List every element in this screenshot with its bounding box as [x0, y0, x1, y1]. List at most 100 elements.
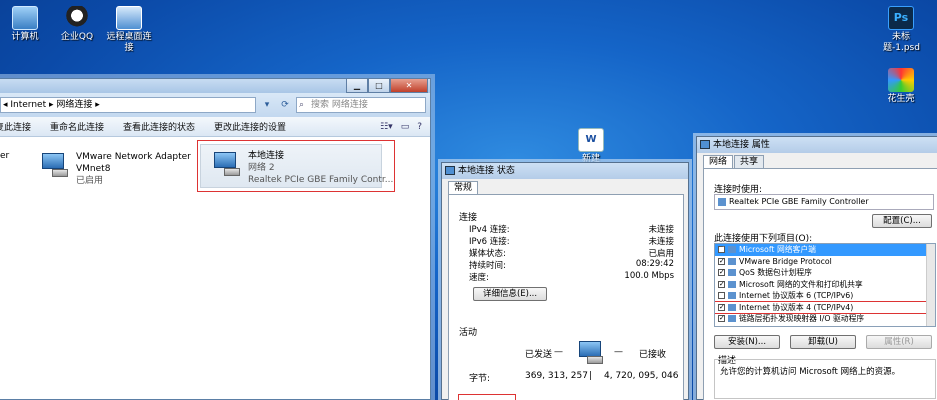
address-field[interactable]: ◂ Internet ▸ 网络连接 ▸ [0, 97, 256, 113]
network-icon [445, 166, 455, 175]
description-text: 允许您的计算机访问 Microsoft 网络上的资源。 [720, 367, 901, 377]
address-bar: ◂ Internet ▸ 网络连接 ▸ ▾ ⟳ ⌕ 搜索 网络连接 [0, 93, 430, 117]
cmd-view-status[interactable]: 查看此连接的状态 [123, 120, 195, 133]
install-button[interactable]: 安装(N)... [714, 335, 780, 349]
dropdown-arrow-icon[interactable]: ▾ [260, 97, 274, 113]
activity-group-title: 活动 [459, 328, 478, 338]
highlight-box [197, 140, 395, 192]
dialog-titlebar[interactable]: 本地连接 状态 [442, 163, 688, 179]
status-key: 持续时间: [469, 261, 506, 271]
search-placeholder: 搜索 网络连接 [311, 100, 368, 110]
peanut-shell-icon [888, 68, 914, 92]
computer-icon [12, 6, 38, 30]
status-key: 媒体状态: [469, 249, 506, 259]
desktop-icon-remote[interactable]: 远程桌面连接 [98, 6, 160, 54]
checkbox[interactable]: ✓ [718, 246, 725, 254]
checkbox[interactable]: ✓ [718, 269, 725, 277]
close-button[interactable]: ✕ [390, 79, 428, 93]
desktop-icon-label: 花生壳 [887, 94, 915, 104]
status-key: IPv6 连接: [469, 237, 510, 247]
preview-pane-icon[interactable]: ▭ [401, 122, 410, 132]
list-item[interactable]: ✓ VMware Bridge Protocol [715, 256, 935, 268]
network-icon [700, 140, 710, 149]
checkbox[interactable]: ✓ [718, 257, 725, 265]
maximize-button[interactable]: □ [368, 79, 390, 93]
remote-desktop-icon [116, 6, 142, 30]
component-icon [728, 303, 736, 311]
connection-properties-dialog: 本地连接 属性 网络 共享 连接时使用: Realtek PCIe GBE Fa… [696, 136, 937, 400]
component-icon [728, 315, 736, 323]
tab-panel: 连接时使用: Realtek PCIe GBE Family Controlle… [703, 168, 937, 400]
component-icon [728, 246, 736, 254]
adapter-name: VMware Network Adapter [76, 152, 191, 162]
list-item[interactable]: ✓ Microsoft 网络客户端 [715, 244, 935, 256]
status-value: 已启用 [648, 249, 674, 259]
network-adapter-icon [40, 151, 70, 179]
component-label: VMware Bridge Protocol [739, 256, 832, 266]
network-connections-window: ▁ □ ✕ ◂ Internet ▸ 网络连接 ▸ ▾ ⟳ ⌕ 搜索 网络连接 … [0, 78, 431, 400]
search-icon: ⌕ [299, 100, 305, 110]
refresh-icon[interactable]: ⟳ [278, 97, 292, 113]
tab-panel: 连接 IPv4 连接: 未连接 IPv6 连接: 未连接 媒体状态: 已启用 持续时间… [448, 194, 684, 400]
adapter-vmnet8[interactable]: VMware Network Adapter VMnet8 已启用 [40, 151, 191, 187]
tab-sharing[interactable]: 共享 [734, 155, 765, 168]
dialog-title: 本地连接 属性 [713, 140, 770, 150]
psd-file-icon: Ps [888, 6, 914, 30]
received-label: 已接收 [639, 350, 667, 360]
checkbox[interactable]: ✓ [718, 315, 725, 323]
status-key: 速度: [469, 273, 489, 283]
cmd-repair[interactable]: 修复此连接 [0, 120, 31, 133]
component-label: Microsoft 网络客户端 [739, 245, 816, 255]
list-item[interactable]: ✓ QoS 数据包计划程序 [715, 267, 935, 279]
status-value: 未连接 [648, 225, 674, 235]
checkbox[interactable]: ✓ [718, 303, 725, 311]
help-icon[interactable]: ? [417, 122, 422, 132]
cmd-change-settings[interactable]: 更改此连接的设置 [214, 120, 286, 133]
adapter-sub: VMnet8 [76, 164, 111, 174]
qq-icon [64, 6, 90, 30]
configure-button[interactable]: 配置(C)... [872, 214, 932, 228]
received-dash: — [614, 347, 623, 357]
details-button[interactable]: 详细信息(E)... [473, 287, 547, 301]
component-icon [728, 280, 736, 288]
tab-general[interactable]: 常规 [448, 181, 479, 194]
sent-dash: — [554, 347, 563, 357]
minimize-button[interactable]: ▁ [346, 79, 368, 93]
search-input[interactable]: ⌕ 搜索 网络连接 [296, 97, 426, 113]
list-scrollbar[interactable] [926, 244, 935, 326]
bytes-sent: 369, 313, 257 [525, 371, 588, 381]
list-item[interactable]: ✓ 链路层拓扑发现映射器 I/O 驱动程序 [715, 313, 935, 325]
list-item[interactable]: Internet 协议版本 6 (TCP/IPv6) [715, 290, 935, 302]
properties-button[interactable]: 属性(R) [866, 335, 932, 349]
adapter-status: 已启用 [76, 176, 104, 186]
component-label: Internet 协议版本 6 (TCP/IPv6) [739, 291, 854, 301]
cmd-rename[interactable]: 重命名此连接 [50, 120, 104, 133]
bytes-label: 字节: [469, 374, 491, 384]
connection-status-dialog: 本地连接 状态 常规 连接 IPv4 连接: 未连接 IPv6 连接: 未连接 媒体… [441, 162, 689, 400]
component-label: 链路层拓扑发现映射器 I/O 驱动程序 [739, 314, 865, 324]
component-icon [728, 269, 736, 277]
components-list[interactable]: ✓ Microsoft 网络客户端 ✓ VMware Bridge Protocol… [714, 243, 936, 327]
status-key: IPv4 连接: [469, 225, 510, 235]
bytes-received: 4, 720, 095, 046 [604, 371, 679, 381]
dialog-title: 本地连接 状态 [458, 166, 515, 176]
checkbox[interactable] [718, 292, 725, 300]
network-activity-icon [577, 341, 603, 365]
list-item[interactable]: ✓ Internet 协议版本 4 (TCP/IPv4) [715, 300, 935, 314]
component-icon [728, 292, 736, 300]
desktop-icon-label: 远程桌面连接 [106, 32, 152, 53]
dialog-titlebar[interactable]: 本地连接 属性 [697, 137, 937, 153]
uninstall-button[interactable]: 卸载(U) [790, 335, 856, 349]
list-item[interactable]: ✓ Microsoft 网络的文件和打印机共享 [715, 279, 935, 291]
desktop-icon-peanut[interactable]: 花生壳 [870, 68, 932, 105]
window-titlebar[interactable]: ▁ □ ✕ [0, 79, 430, 93]
component-label: Microsoft 网络的文件和打印机共享 [739, 279, 863, 289]
adapter-icon [718, 198, 726, 206]
status-value: 08:29:42 [635, 259, 674, 269]
checkbox[interactable]: ✓ [718, 280, 725, 288]
status-value: 100.0 Mbps [624, 271, 674, 281]
tab-network[interactable]: 网络 [703, 155, 734, 168]
desktop-icon-psd[interactable]: Ps 未标题-1.psd [870, 6, 932, 54]
desktop-icon-word[interactable]: W 新建 [560, 128, 622, 165]
view-options-icon[interactable]: ☷▾ [380, 122, 393, 132]
